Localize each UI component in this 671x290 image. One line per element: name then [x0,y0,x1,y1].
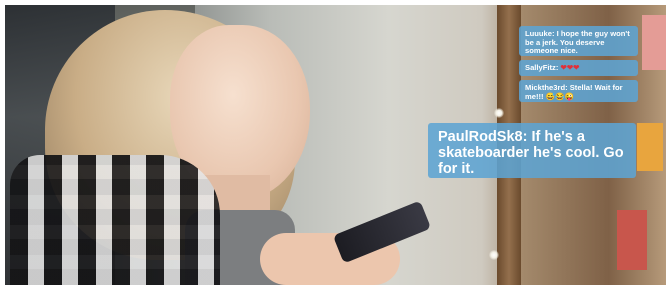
string-light [489,250,499,260]
comment-text: ❤❤❤ [560,63,580,72]
sticky-note [637,123,663,171]
sticky-note [642,15,667,70]
person-plaid-shirt [10,155,220,285]
comment-user: PaulRodSk8 [438,129,523,145]
comment-user: SallyFitz [525,63,556,72]
comment-bubble: Luuuke: I hope the guy won't be a jerk. … [519,26,638,56]
comment-user: Luuuke [525,29,553,38]
comment-bubble: SallyFitz: ❤❤❤ [519,60,638,76]
sticky-note [617,210,647,270]
comment-user: Mickthe3rd [525,83,566,92]
featured-comment-bubble: PaulRodSk8: If he's a skateboarder he's … [428,123,636,178]
comment-bubble: Mickthe3rd: Stella! Wait for me!!! 😅😂😜 [519,80,638,102]
string-light [494,108,504,118]
